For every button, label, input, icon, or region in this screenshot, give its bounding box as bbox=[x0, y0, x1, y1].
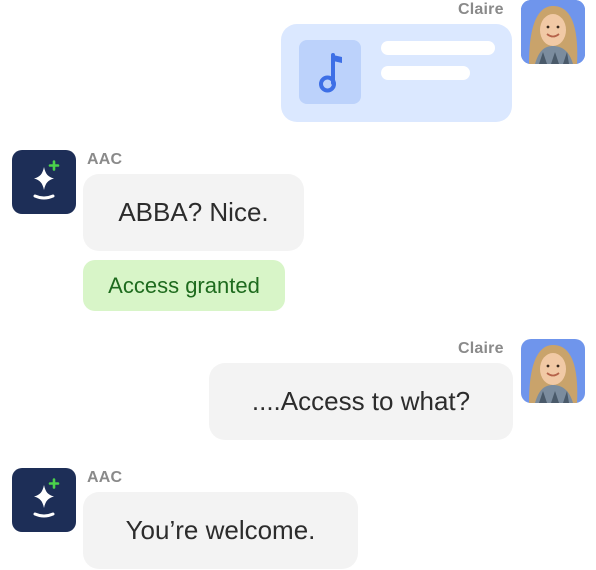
chip-label: Access granted bbox=[108, 272, 260, 298]
message-text: You’re welcome. bbox=[125, 515, 316, 545]
avatar-claire bbox=[521, 339, 585, 403]
music-attachment-card[interactable] bbox=[281, 24, 512, 122]
attachment-subtitle-placeholder bbox=[381, 66, 470, 80]
status-chip-access-granted: Access granted bbox=[83, 260, 285, 311]
message-bubble: ABBA? Nice. bbox=[83, 174, 304, 251]
avatar-claire bbox=[521, 0, 585, 64]
message-bubble: ....Access to what? bbox=[209, 363, 513, 440]
message-bubble: You’re welcome. bbox=[83, 492, 358, 569]
sender-name-aac: AAC bbox=[87, 469, 123, 486]
sender-name-claire: Claire bbox=[458, 340, 504, 357]
message-text: ....Access to what? bbox=[251, 386, 471, 416]
message-text: ABBA? Nice. bbox=[118, 197, 269, 227]
music-note-icon bbox=[299, 40, 361, 104]
sender-name-aac: AAC bbox=[87, 151, 123, 168]
sender-name-claire: Claire bbox=[458, 1, 504, 18]
attachment-title-placeholder bbox=[381, 41, 495, 55]
avatar-aac bbox=[12, 150, 76, 214]
avatar-aac bbox=[12, 468, 76, 532]
